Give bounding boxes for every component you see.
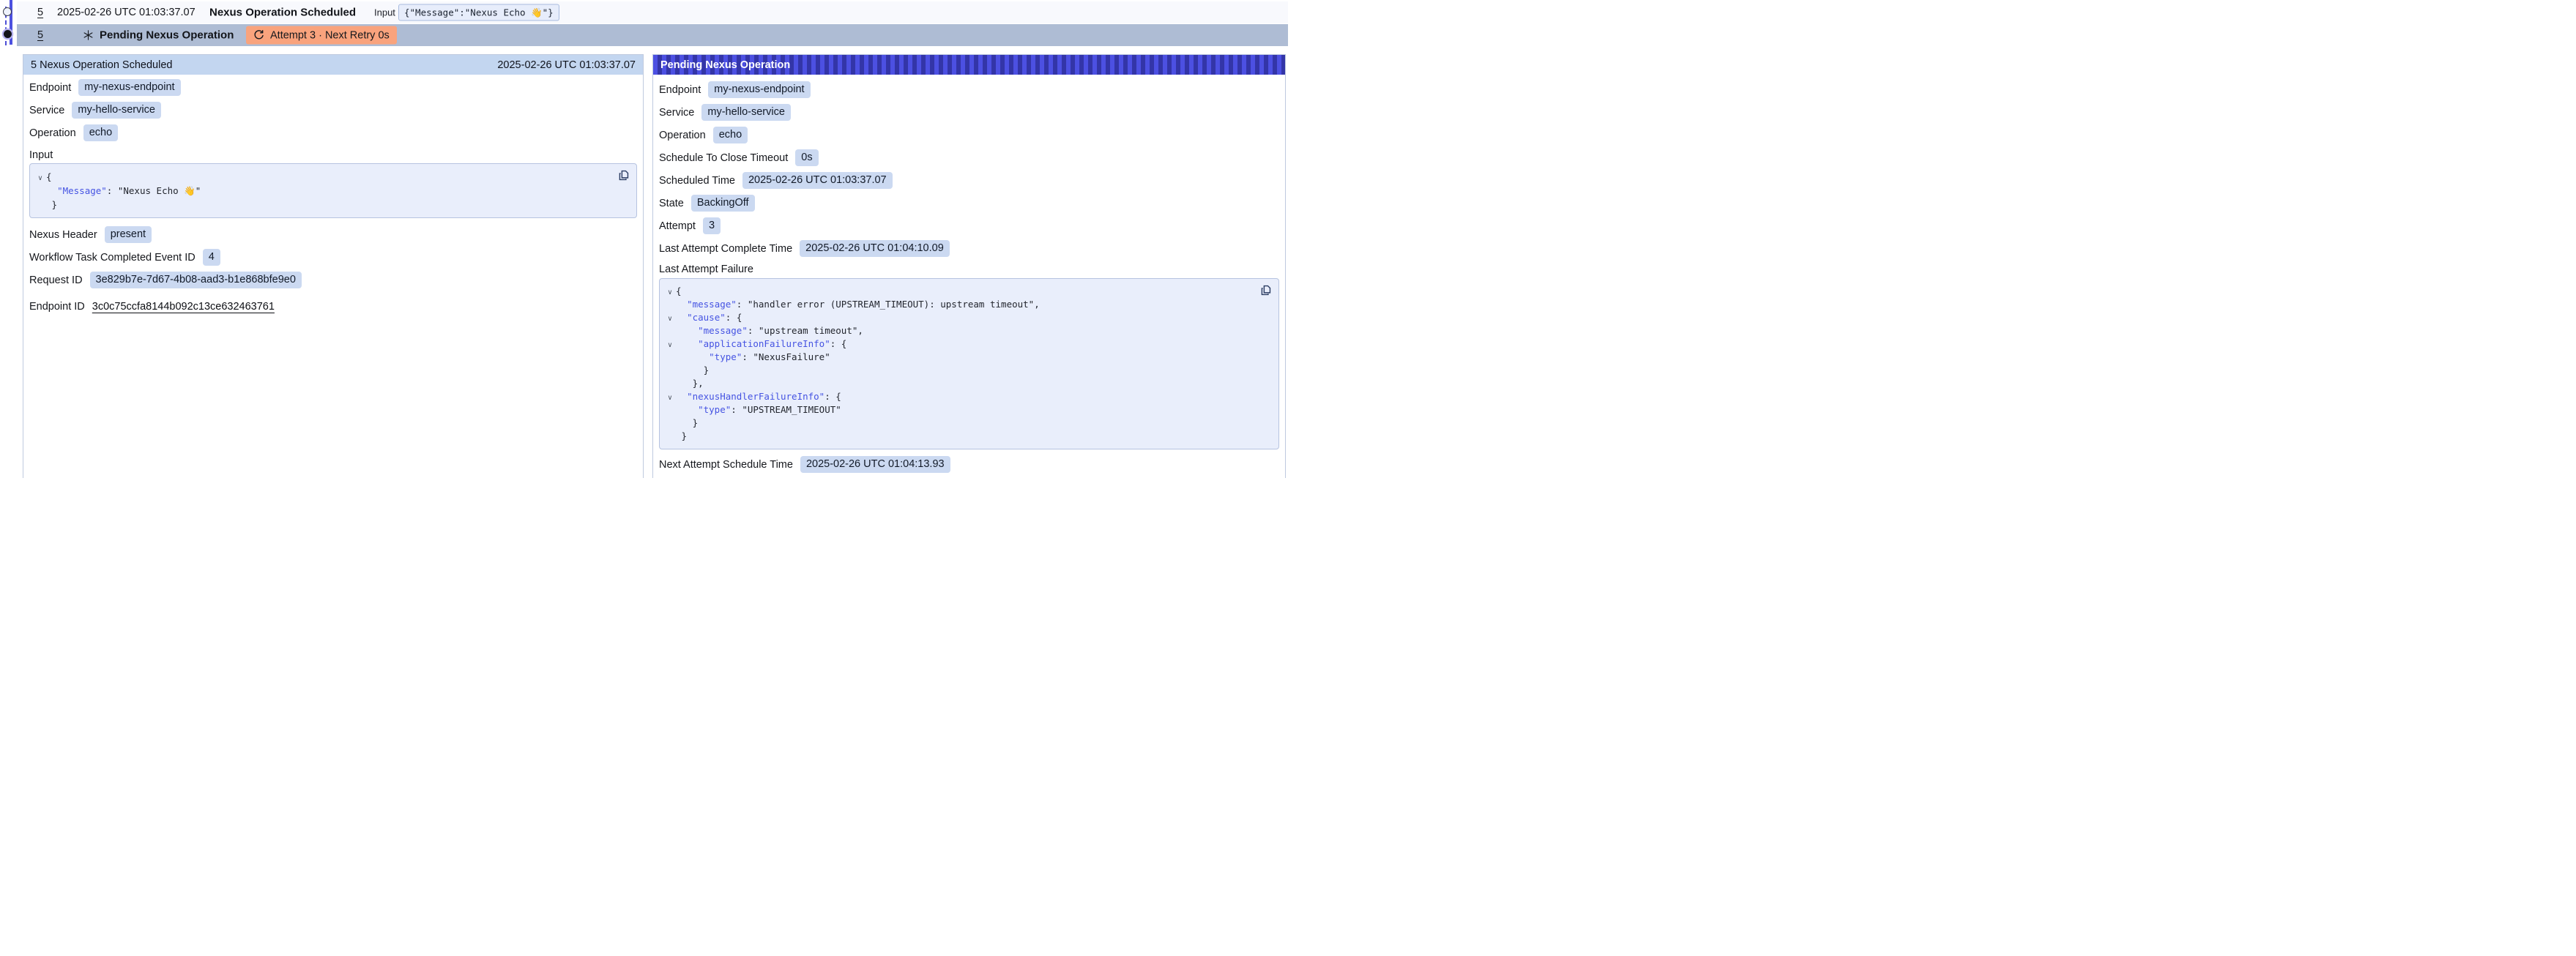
field-value-badge: my-nexus-endpoint xyxy=(78,79,180,96)
field-endpoint: Endpoint my-nexus-endpoint xyxy=(29,79,637,96)
event-row-nexus-operation-scheduled[interactable]: 5 2025-02-26 UTC 01:03:37.07 Nexus Opera… xyxy=(17,1,1288,23)
json-line: ∨{ xyxy=(34,170,614,184)
field-value-badge: 3e829b7e-7d67-4b08-aad3-b1e868bfe9e0 xyxy=(90,272,302,288)
json-line: } xyxy=(664,430,1257,443)
event-title: Nexus Operation Scheduled xyxy=(209,7,356,19)
field-attempt: Attempt 3 xyxy=(659,217,1279,234)
chevron-down-icon[interactable]: ∨ xyxy=(664,286,676,299)
copy-icon xyxy=(1259,284,1272,296)
pending-operation-panel: Pending Nexus Operation Endpoint my-nexu… xyxy=(652,54,1286,478)
field-operation: Operation echo xyxy=(29,124,637,141)
field-value-badge: 2025-02-26 UTC 01:03:37.07 xyxy=(742,172,893,189)
input-json-viewer: ∨{ "Message": "Nexus Echo 👋" } xyxy=(29,163,637,218)
field-request-id: Request ID 3e829b7e-7d67-4b08-aad3-b1e86… xyxy=(29,272,637,288)
field-value-badge: my-hello-service xyxy=(72,102,161,119)
copy-button[interactable] xyxy=(1259,284,1272,297)
chevron-gutter xyxy=(664,365,676,378)
panel-timestamp: 2025-02-26 UTC 01:03:37.07 xyxy=(497,59,636,71)
field-nexus-header: Nexus Header present xyxy=(29,226,637,243)
chevron-gutter xyxy=(664,405,676,418)
event-row-pending-nexus-operation[interactable]: 5 Pending Nexus Operation Attempt 3 · Ne… xyxy=(17,24,1288,46)
field-operation: Operation echo xyxy=(659,127,1279,143)
attempt-retry-text: Attempt 3 · Next Retry 0s xyxy=(270,29,390,41)
failure-json-viewer: ∨{ "message": "handler error (UPSTREAM_T… xyxy=(659,278,1279,449)
field-workflow-task-completed-event-id: Workflow Task Completed Event ID 4 xyxy=(29,249,637,266)
json-line: } xyxy=(34,198,614,212)
event-detail-panel-header: 5 Nexus Operation Scheduled 2025-02-26 U… xyxy=(23,55,643,75)
panel-title: 5 Nexus Operation Scheduled xyxy=(31,59,172,71)
event-input-preview-chip[interactable]: {"Message":"Nexus Echo 👋"} xyxy=(398,4,559,21)
json-line: } xyxy=(664,364,1257,377)
field-last-attempt-complete-time: Last Attempt Complete Time 2025-02-26 UT… xyxy=(659,240,1279,257)
field-value-badge: echo xyxy=(713,127,748,143)
json-line: "message": "upstream timeout", xyxy=(664,324,1257,337)
json-line: "type": "UPSTREAM_TIMEOUT" xyxy=(664,403,1257,417)
field-state: State BackingOff xyxy=(659,195,1279,212)
event-marker-open-circle-icon xyxy=(3,7,12,16)
event-id-link[interactable]: 5 xyxy=(37,7,43,18)
field-value-badge: echo xyxy=(83,124,118,141)
json-line: ∨ "cause": { xyxy=(664,311,1257,324)
field-value-badge: my-nexus-endpoint xyxy=(708,81,810,98)
chevron-gutter xyxy=(664,299,676,313)
last-attempt-failure-label: Last Attempt Failure xyxy=(659,263,1279,276)
chevron-gutter xyxy=(664,431,676,444)
event-timestamp: 2025-02-26 UTC 01:03:37.07 xyxy=(57,7,196,18)
field-scheduled-time: Scheduled Time 2025-02-26 UTC 01:03:37.0… xyxy=(659,172,1279,189)
chevron-down-icon[interactable]: ∨ xyxy=(664,392,676,405)
field-value-badge: BackingOff xyxy=(691,195,755,212)
field-service: Service my-hello-service xyxy=(659,104,1279,121)
event-id-link[interactable]: 5 xyxy=(37,29,43,41)
field-endpoint-id: Endpoint ID 3c0c75ccfa8144b092c13ce63246… xyxy=(29,298,637,315)
field-endpoint: Endpoint my-nexus-endpoint xyxy=(659,81,1279,98)
field-value-badge: 0s xyxy=(795,149,818,166)
copy-button[interactable] xyxy=(617,169,630,182)
field-value-badge: 4 xyxy=(203,249,220,266)
endpoint-id-link[interactable]: 3c0c75ccfa8144b092c13ce632463761 xyxy=(92,301,275,313)
temporal-event-history-view: 5 2025-02-26 UTC 01:03:37.07 Nexus Opera… xyxy=(0,0,1288,478)
field-service: Service my-hello-service xyxy=(29,102,637,119)
chevron-gutter xyxy=(664,418,676,431)
json-line: ∨ "applicationFailureInfo": { xyxy=(664,337,1257,351)
event-marker-filled-circle-icon xyxy=(4,30,12,38)
copy-icon xyxy=(617,169,630,182)
timeline-active-bar xyxy=(10,0,12,45)
field-next-attempt-schedule-time: Next Attempt Schedule Time 2025-02-26 UT… xyxy=(659,456,1279,473)
chevron-down-icon[interactable]: ∨ xyxy=(664,339,676,352)
chevron-gutter xyxy=(664,378,676,392)
json-line: "type": "NexusFailure" xyxy=(664,351,1257,364)
json-line: }, xyxy=(664,377,1257,390)
json-line: "Message": "Nexus Echo 👋" xyxy=(34,184,614,198)
field-value-badge: 3 xyxy=(703,217,721,234)
pending-operation-panel-header: Pending Nexus Operation xyxy=(653,55,1285,75)
field-value-badge: 2025-02-26 UTC 01:04:10.09 xyxy=(800,240,950,257)
panel-title: Pending Nexus Operation xyxy=(660,59,790,71)
chevron-down-icon[interactable]: ∨ xyxy=(664,313,676,326)
input-section-label: Input xyxy=(29,149,637,162)
chevron-gutter xyxy=(34,199,46,213)
chevron-down-icon[interactable]: ∨ xyxy=(34,171,46,185)
chevron-gutter xyxy=(664,352,676,365)
json-line: ∨{ xyxy=(664,285,1257,298)
retry-icon xyxy=(253,30,264,41)
event-detail-panel: 5 Nexus Operation Scheduled 2025-02-26 U… xyxy=(23,54,644,478)
json-line: "message": "handler error (UPSTREAM_TIME… xyxy=(664,298,1257,311)
chevron-gutter xyxy=(34,185,46,199)
field-value-badge: 2025-02-26 UTC 01:04:13.93 xyxy=(800,456,950,473)
json-line: } xyxy=(664,417,1257,430)
event-input-label: Input xyxy=(374,7,395,18)
field-value-badge: my-hello-service xyxy=(701,104,791,121)
field-value-badge: present xyxy=(105,226,152,243)
field-schedule-to-close-timeout: Schedule To Close Timeout 0s xyxy=(659,149,1279,166)
json-line: ∨ "nexusHandlerFailureInfo": { xyxy=(664,390,1257,403)
chevron-gutter xyxy=(664,326,676,339)
attempt-retry-badge: Attempt 3 · Next Retry 0s xyxy=(246,26,397,45)
pending-asterisk-icon xyxy=(83,30,94,41)
pending-event-title: Pending Nexus Operation xyxy=(100,29,234,42)
